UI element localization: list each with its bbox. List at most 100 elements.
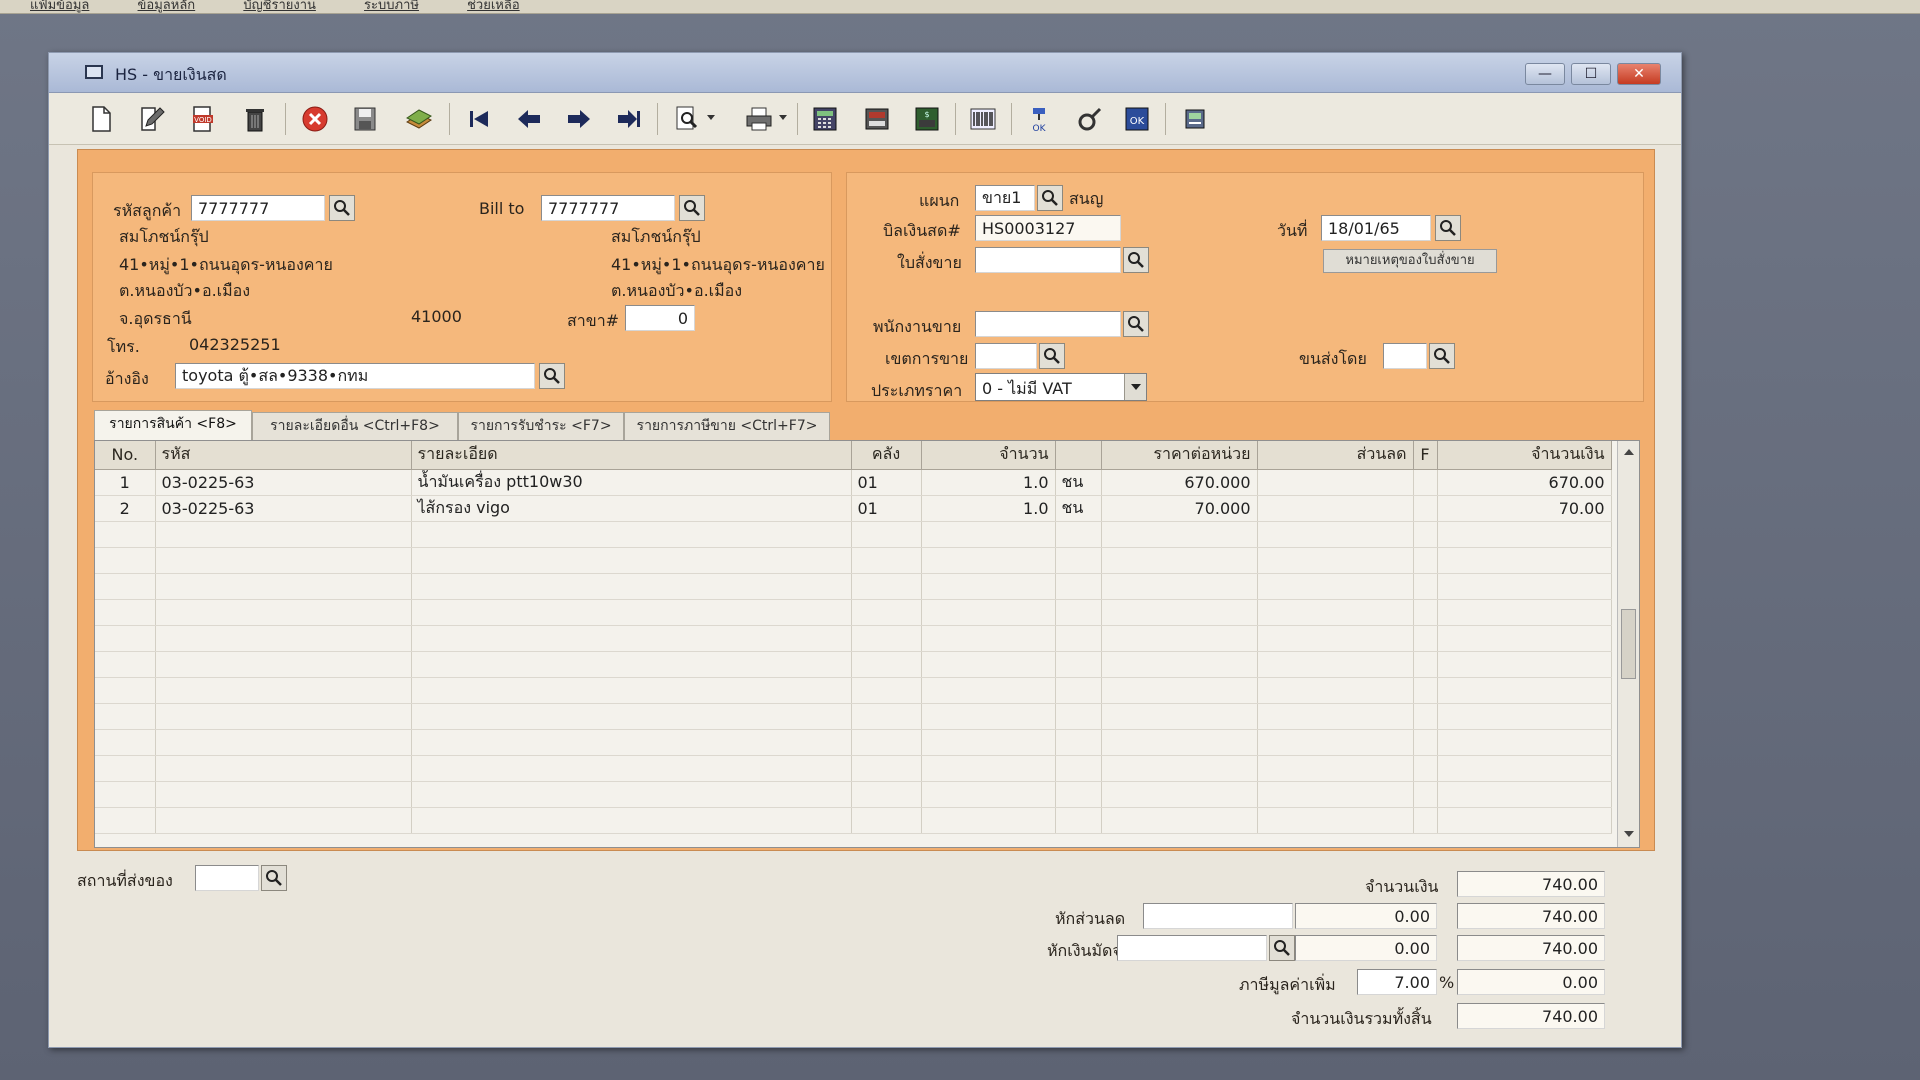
cell-warehouse[interactable]: 01 [851, 469, 922, 496]
table-row[interactable]: 2 03-0225-63 ไส้กรอง vigo 01 1.0 ชน 70.0… [95, 495, 1612, 522]
menu-item-file[interactable]: แฟ้มข้อมูล [30, 0, 89, 12]
cell-description[interactable]: ไส้กรอง vigo [411, 495, 852, 522]
reference-search-button[interactable] [539, 363, 565, 389]
ship-by-search-button[interactable] [1429, 343, 1455, 369]
empty-row[interactable] [95, 677, 1612, 704]
cash-drawer-icon[interactable]: $ [911, 103, 943, 135]
grid-vertical-scrollbar[interactable] [1617, 441, 1639, 847]
empty-row[interactable] [95, 651, 1612, 678]
cell-code[interactable]: 03-0225-63 [155, 469, 412, 496]
cell-quantity[interactable]: 1.0 [921, 495, 1056, 522]
sales-area-search-button[interactable] [1039, 343, 1065, 369]
previous-record-icon[interactable] [513, 103, 545, 135]
chevron-down-icon[interactable] [1124, 374, 1146, 400]
cancel-icon[interactable] [299, 103, 331, 135]
menu-item-accounting[interactable]: บัญชีรายงาน [243, 0, 316, 12]
scroll-up-icon[interactable] [1624, 449, 1634, 455]
scroll-thumb[interactable] [1621, 609, 1636, 679]
sales-order-search-button[interactable] [1123, 247, 1149, 273]
column-header-no[interactable]: No. [95, 441, 156, 470]
confirm-icon[interactable]: OK [1121, 103, 1153, 135]
bill-to-search-button[interactable] [679, 195, 705, 221]
cell-unit[interactable]: ชน [1055, 469, 1102, 496]
column-header-unit-price[interactable]: ราคาต่อหน่วย [1101, 441, 1258, 470]
empty-row[interactable] [95, 703, 1612, 730]
department-input[interactable] [975, 185, 1035, 211]
next-record-icon[interactable] [563, 103, 595, 135]
cell-discount[interactable] [1257, 469, 1414, 496]
column-header-flag[interactable]: F [1413, 441, 1438, 470]
search-dropdown-icon[interactable] [707, 115, 715, 120]
delete-icon[interactable] [239, 103, 271, 135]
empty-row[interactable] [95, 547, 1612, 574]
tab-other-details[interactable]: รายละเอียดอื่น <Ctrl+F8> [252, 412, 458, 440]
cell-unit-price[interactable]: 670.000 [1101, 469, 1258, 496]
print-icon[interactable] [743, 103, 775, 135]
column-header-discount[interactable]: ส่วนลด [1257, 441, 1414, 470]
cell-flag[interactable] [1413, 495, 1438, 522]
column-header-warehouse[interactable]: คลัง [851, 441, 922, 470]
search-document-icon[interactable] [671, 103, 703, 135]
column-header-description[interactable]: รายละเอียด [411, 441, 852, 470]
cell-flag[interactable] [1413, 469, 1438, 496]
cell-unit-price[interactable]: 70.000 [1101, 495, 1258, 522]
column-header-quantity[interactable]: จำนวน [921, 441, 1056, 470]
salesman-search-button[interactable] [1123, 311, 1149, 337]
empty-row[interactable] [95, 781, 1612, 808]
copy-books-icon[interactable] [403, 103, 435, 135]
tab-sales-tax[interactable]: รายการภาษีขาย <Ctrl+F7> [624, 412, 830, 440]
menu-item-tax[interactable]: ระบบภาษี [364, 0, 419, 12]
reference-input[interactable] [175, 363, 535, 389]
deposit-search-button[interactable] [1269, 935, 1295, 961]
export-icon[interactable] [1179, 103, 1211, 135]
vat-rate-input[interactable] [1357, 969, 1437, 995]
save-icon[interactable] [349, 103, 381, 135]
customer-code-input[interactable] [191, 195, 325, 221]
cell-description[interactable]: น้ำมันเครื่อง ptt10w30 [411, 469, 852, 496]
department-search-button[interactable] [1037, 185, 1063, 211]
last-record-icon[interactable] [613, 103, 645, 135]
minimize-button[interactable]: — [1525, 63, 1565, 85]
cell-code[interactable]: 03-0225-63 [155, 495, 412, 522]
title-bar[interactable]: HS - ขายเงินสด — ☐ ✕ [49, 53, 1681, 93]
close-button[interactable]: ✕ [1617, 63, 1661, 85]
cell-quantity[interactable]: 1.0 [921, 469, 1056, 496]
empty-row[interactable] [95, 807, 1612, 834]
bill-to-input[interactable] [541, 195, 675, 221]
calculator-icon[interactable] [809, 103, 841, 135]
branch-input[interactable] [625, 305, 695, 331]
empty-row[interactable] [95, 573, 1612, 600]
deposit-text-input[interactable] [1117, 935, 1267, 961]
discount-text-input[interactable] [1143, 903, 1293, 929]
tab-items[interactable]: รายการสินค้า <F8> [94, 410, 252, 440]
empty-row[interactable] [95, 521, 1612, 548]
sales-order-input[interactable] [975, 247, 1121, 273]
approve-icon[interactable]: OK [1023, 103, 1055, 135]
empty-row[interactable] [95, 729, 1612, 756]
menu-item-master[interactable]: ข้อมูลหลัก [138, 0, 196, 12]
cell-discount[interactable] [1257, 495, 1414, 522]
column-header-amount[interactable]: จำนวนเงิน [1437, 441, 1612, 470]
tab-payments[interactable]: รายการรับชำระ <F7> [458, 412, 624, 440]
empty-row[interactable] [95, 625, 1612, 652]
ship-place-search-button[interactable] [261, 865, 287, 891]
barcode-icon[interactable] [967, 103, 999, 135]
column-header-code[interactable]: รหัส [155, 441, 412, 470]
order-note-button[interactable]: หมายเหตุของใบสั่งขาย [1323, 249, 1497, 273]
salesman-input[interactable] [975, 311, 1121, 337]
column-header-unit[interactable] [1055, 441, 1102, 470]
new-document-icon[interactable] [85, 103, 117, 135]
date-input[interactable] [1321, 215, 1431, 241]
customer-search-button[interactable] [329, 195, 355, 221]
tools-icon[interactable] [1073, 103, 1105, 135]
table-row[interactable]: 1 03-0225-63 น้ำมันเครื่อง ptt10w30 01 1… [95, 469, 1612, 496]
maximize-button[interactable]: ☐ [1571, 63, 1611, 85]
menu-item-help[interactable]: ช่วยเหลือ [467, 0, 520, 12]
bill-number-input[interactable] [975, 215, 1121, 241]
sales-area-input[interactable] [975, 343, 1037, 369]
void-icon[interactable]: VOID [187, 103, 219, 135]
register-icon[interactable] [861, 103, 893, 135]
items-grid[interactable]: No. รหัส รายละเอียด คลัง จำนวน ราคาต่อหน… [94, 440, 1640, 848]
cell-warehouse[interactable]: 01 [851, 495, 922, 522]
price-type-select[interactable]: 0 - ไม่มี VAT [975, 373, 1147, 401]
